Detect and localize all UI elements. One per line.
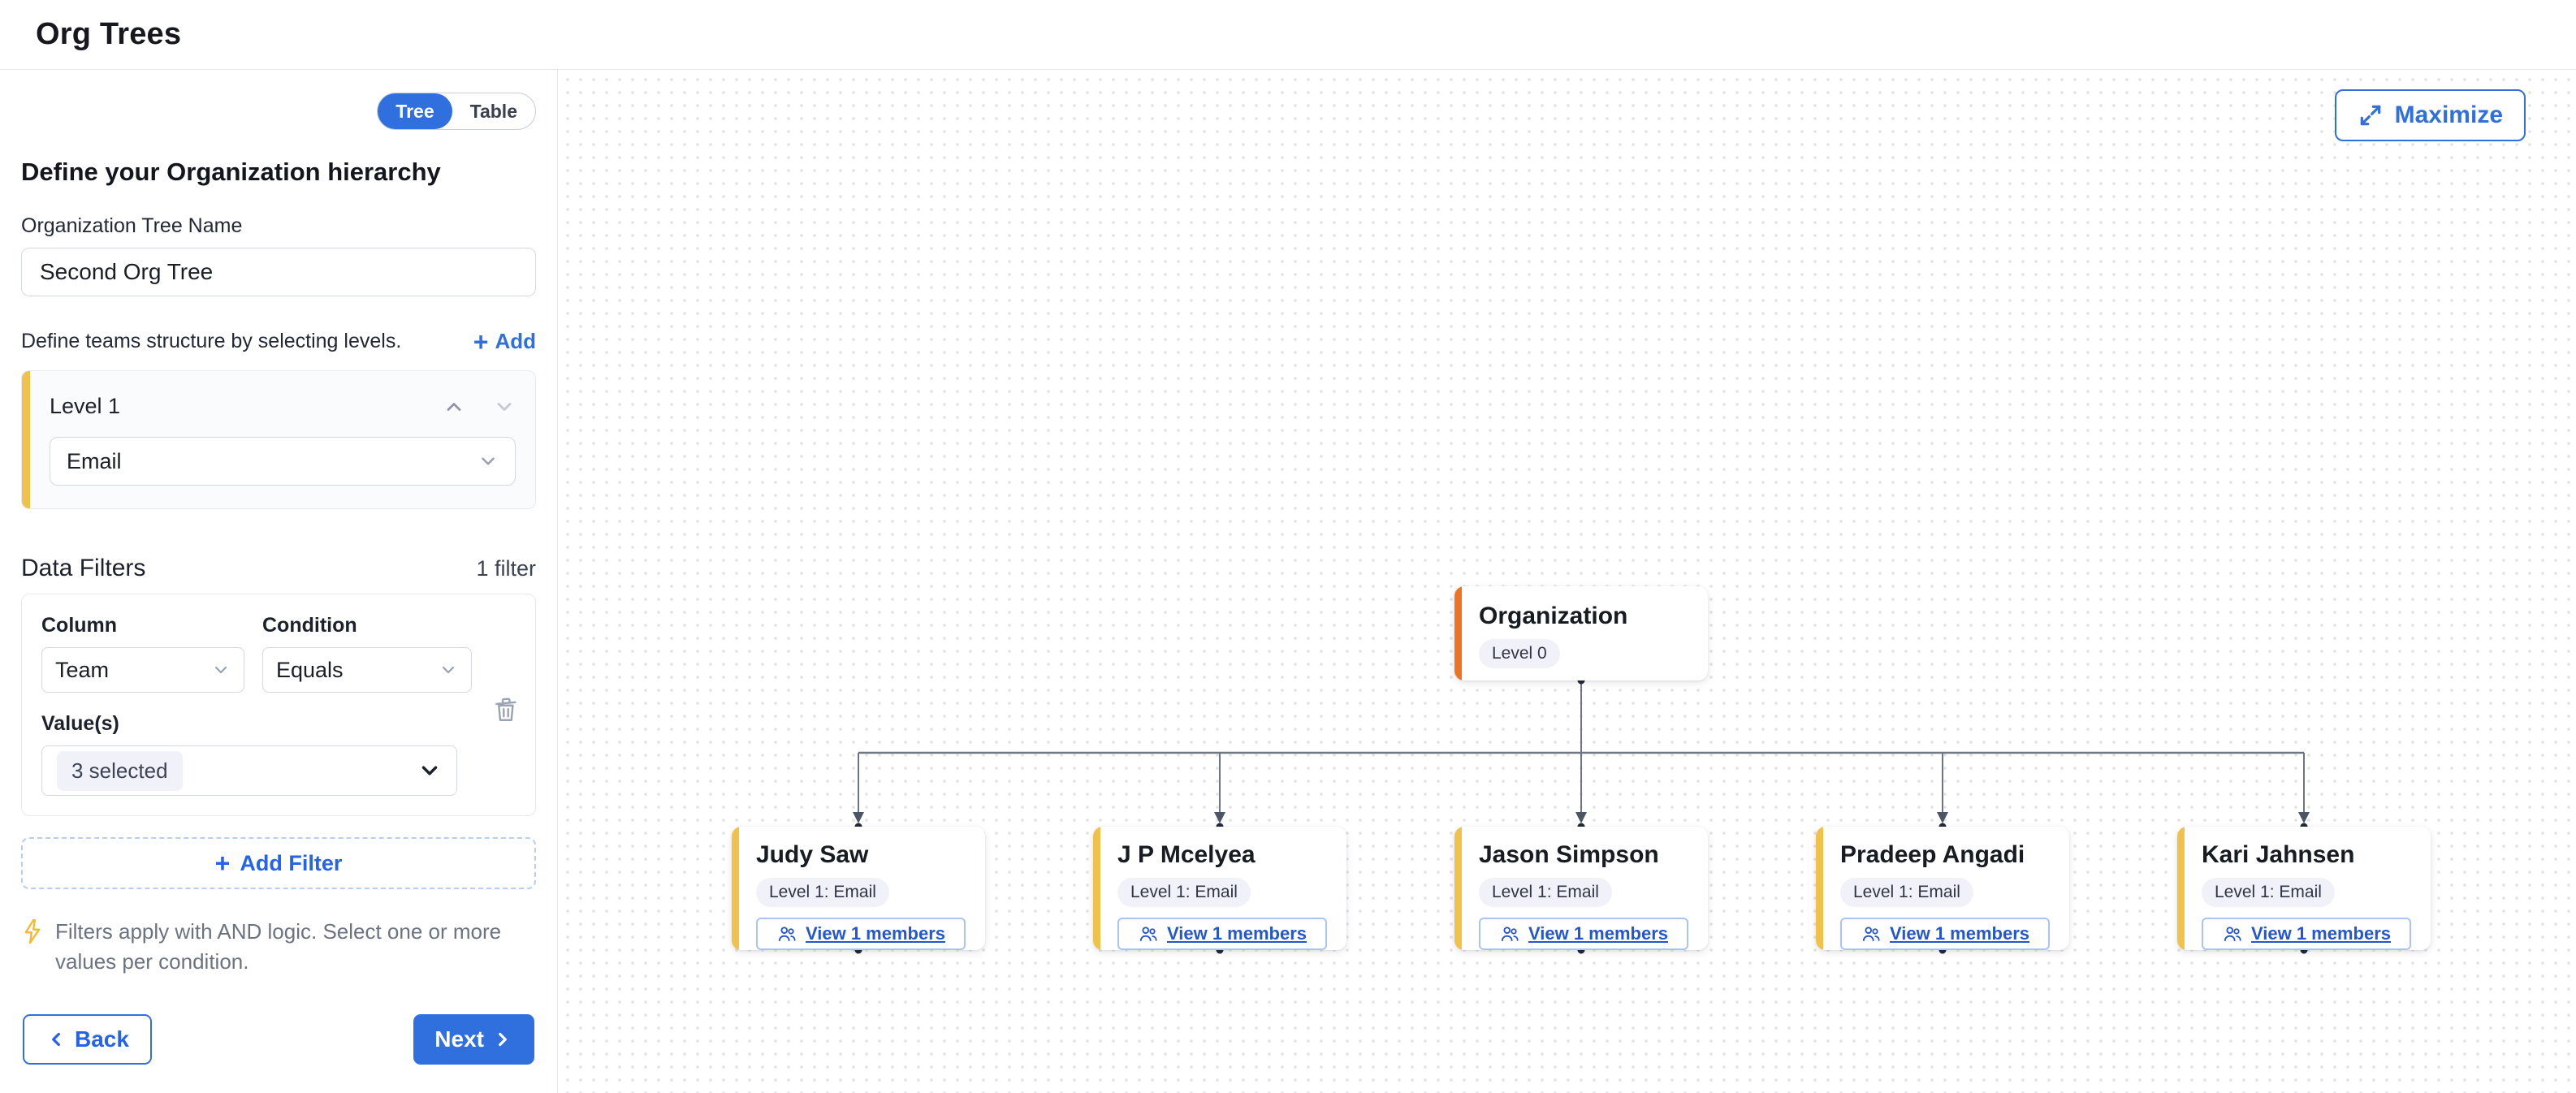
org-root-node[interactable]: Organization Level 0 — [1454, 586, 1708, 680]
members-icon — [1138, 923, 1159, 944]
plus-icon: + — [215, 853, 231, 874]
move-up-icon[interactable] — [443, 395, 465, 418]
node-level-badge: Level 0 — [1479, 639, 1560, 668]
node-level-badge: Level 1: Email — [1117, 878, 1251, 907]
view-members-label: View 1 members — [806, 923, 945, 944]
values-multiselect[interactable]: 3 selected — [41, 745, 457, 796]
node-title: Judy Saw — [756, 841, 966, 869]
tree-name-input[interactable] — [21, 248, 536, 296]
view-members-button[interactable]: View 1 members — [1479, 918, 1688, 950]
chevron-right-icon — [492, 1029, 513, 1050]
view-members-button[interactable]: View 1 members — [1117, 918, 1327, 950]
expand-icon — [2358, 102, 2384, 128]
chevron-down-icon — [417, 758, 442, 783]
column-select[interactable]: Team — [41, 647, 244, 693]
org-tree-canvas[interactable]: Maximize Organization Level 0 Judy Saw L… — [558, 70, 2576, 1093]
node-title: Jason Simpson — [1479, 841, 1688, 869]
data-filters-title: Data Filters — [21, 555, 145, 582]
condition-select[interactable]: Equals — [262, 647, 472, 693]
values-selected-chip: 3 selected — [57, 751, 183, 791]
add-level-button[interactable]: + Add — [473, 329, 536, 354]
level-field-select[interactable]: Email — [50, 437, 516, 486]
chevron-down-icon — [211, 660, 231, 680]
toggle-table[interactable]: Table — [452, 93, 535, 129]
filter-row-card: Column Team Condition Equals — [21, 594, 536, 816]
members-icon — [2222, 923, 2243, 944]
org-tree-node[interactable]: Pradeep Angadi Level 1: Email View 1 mem… — [1816, 827, 2069, 950]
tree-name-label: Organization Tree Name — [21, 214, 536, 238]
values-label: Value(s) — [41, 712, 516, 736]
add-filter-label: Add Filter — [240, 851, 342, 876]
chevron-down-icon — [478, 451, 499, 472]
next-label: Next — [434, 1026, 484, 1052]
node-level-badge: Level 1: Email — [1840, 878, 1973, 907]
view-members-label: View 1 members — [1528, 923, 1668, 944]
chevron-left-icon — [45, 1029, 67, 1050]
node-level-badge: Level 1: Email — [756, 878, 889, 907]
add-filter-button[interactable]: + Add Filter — [21, 837, 536, 889]
lightning-icon — [21, 917, 44, 946]
level-card: Level 1 Email — [21, 370, 536, 509]
org-tree-node[interactable]: Jason Simpson Level 1: Email View 1 memb… — [1454, 827, 1708, 950]
view-mode-toggle: Tree Table — [377, 93, 536, 130]
page-header: Org Trees — [0, 0, 2576, 70]
next-button[interactable]: Next — [413, 1014, 534, 1065]
org-tree-node[interactable]: Kari Jahnsen Level 1: Email View 1 membe… — [2177, 827, 2431, 950]
column-value: Team — [55, 658, 109, 683]
back-button[interactable]: Back — [23, 1014, 152, 1065]
maximize-button[interactable]: Maximize — [2335, 89, 2526, 141]
level-field-value: Email — [67, 449, 122, 474]
column-label: Column — [41, 614, 244, 637]
condition-value: Equals — [276, 658, 344, 683]
back-label: Back — [75, 1026, 129, 1052]
view-members-label: View 1 members — [2251, 923, 2391, 944]
page-title: Org Trees — [36, 17, 181, 52]
maximize-label: Maximize — [2395, 102, 2503, 129]
move-down-icon[interactable] — [493, 395, 516, 418]
chevron-down-icon — [439, 660, 458, 680]
toggle-tree[interactable]: Tree — [378, 93, 452, 129]
plus-icon: + — [473, 331, 489, 352]
view-members-label: View 1 members — [1167, 923, 1307, 944]
members-icon — [1499, 923, 1520, 944]
members-icon — [1861, 923, 1882, 944]
view-members-button[interactable]: View 1 members — [756, 918, 966, 950]
filters-note: Filters apply with AND logic. Select one… — [55, 917, 515, 977]
node-level-badge: Level 1: Email — [1479, 878, 1612, 907]
condition-label: Condition — [262, 614, 472, 637]
org-tree-node[interactable]: Judy Saw Level 1: Email View 1 members — [732, 827, 985, 950]
levels-hint: Define teams structure by selecting leve… — [21, 330, 401, 353]
org-tree-node[interactable]: J P Mcelyea Level 1: Email View 1 member… — [1093, 827, 1346, 950]
add-level-label: Add — [495, 329, 536, 354]
node-title: J P Mcelyea — [1117, 841, 1327, 869]
node-title: Pradeep Angadi — [1840, 841, 2050, 869]
delete-filter-icon[interactable] — [491, 693, 521, 726]
panel-heading: Define your Organization hierarchy — [21, 158, 536, 187]
config-sidebar: Tree Table Define your Organization hier… — [0, 70, 558, 1093]
view-members-button[interactable]: View 1 members — [1840, 918, 2050, 950]
view-members-label: View 1 members — [1890, 923, 2029, 944]
view-members-button[interactable]: View 1 members — [2202, 918, 2411, 950]
filter-count: 1 filter — [476, 556, 536, 581]
node-level-badge: Level 1: Email — [2202, 878, 2335, 907]
level-label: Level 1 — [50, 394, 120, 419]
members-icon — [776, 923, 797, 944]
node-title: Organization — [1479, 603, 1688, 630]
node-title: Kari Jahnsen — [2202, 841, 2411, 869]
